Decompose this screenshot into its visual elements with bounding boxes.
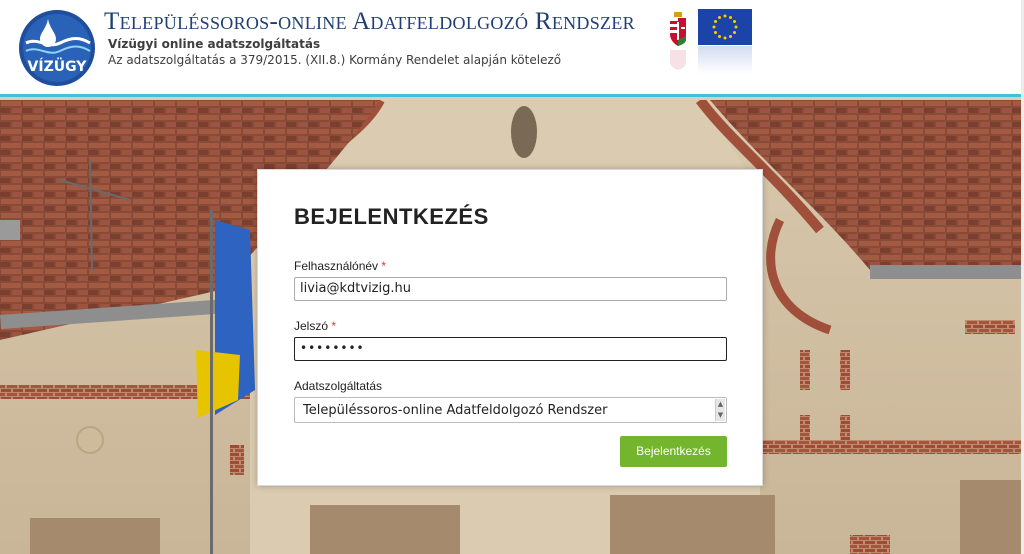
service-selected-value: Településsoros-online Adatfeldolgozó Ren… [303, 403, 608, 418]
password-label: Jelszó * [294, 319, 336, 333]
hungarian-coat-of-arms-icon [670, 12, 686, 70]
vizugy-logo[interactable]: VÍZÜGY [18, 9, 96, 87]
chevron-updown-icon[interactable]: ▲ ▼ [715, 399, 725, 421]
password-input[interactable]: •••••••• [294, 337, 727, 361]
login-card: BEJELENTKEZÉS Felhasználónév * livia@kdt… [257, 169, 763, 486]
login-heading: BEJELENTKEZÉS [294, 204, 489, 229]
password-label-text: Jelszó [294, 319, 329, 333]
eu-flag-icon [698, 9, 752, 45]
page-subtitle: Vízügyi online adatszolgáltatás [108, 37, 321, 51]
login-button[interactable]: Bejelentkezés [620, 436, 727, 467]
svg-text:VÍZÜGY: VÍZÜGY [28, 57, 88, 75]
username-input[interactable]: livia@kdtvizig.hu [294, 277, 727, 301]
site-header: VÍZÜGY Településsoros-online Adatfeldolg… [0, 0, 1021, 97]
username-label: Felhasználónév * [294, 259, 386, 273]
page-title: Településsoros-online Adatfeldolgozó Ren… [104, 8, 635, 35]
service-label: Adatszolgáltatás [294, 379, 383, 393]
eu-flag-reflection [698, 46, 752, 74]
required-marker: * [381, 259, 387, 273]
legal-notice: Az adatszolgáltatás a 379/2015. (XII.8.)… [108, 53, 562, 67]
required-marker: * [331, 319, 337, 333]
username-label-text: Felhasználónév [294, 259, 379, 273]
service-select[interactable]: Településsoros-online Adatfeldolgozó Ren… [294, 397, 727, 423]
